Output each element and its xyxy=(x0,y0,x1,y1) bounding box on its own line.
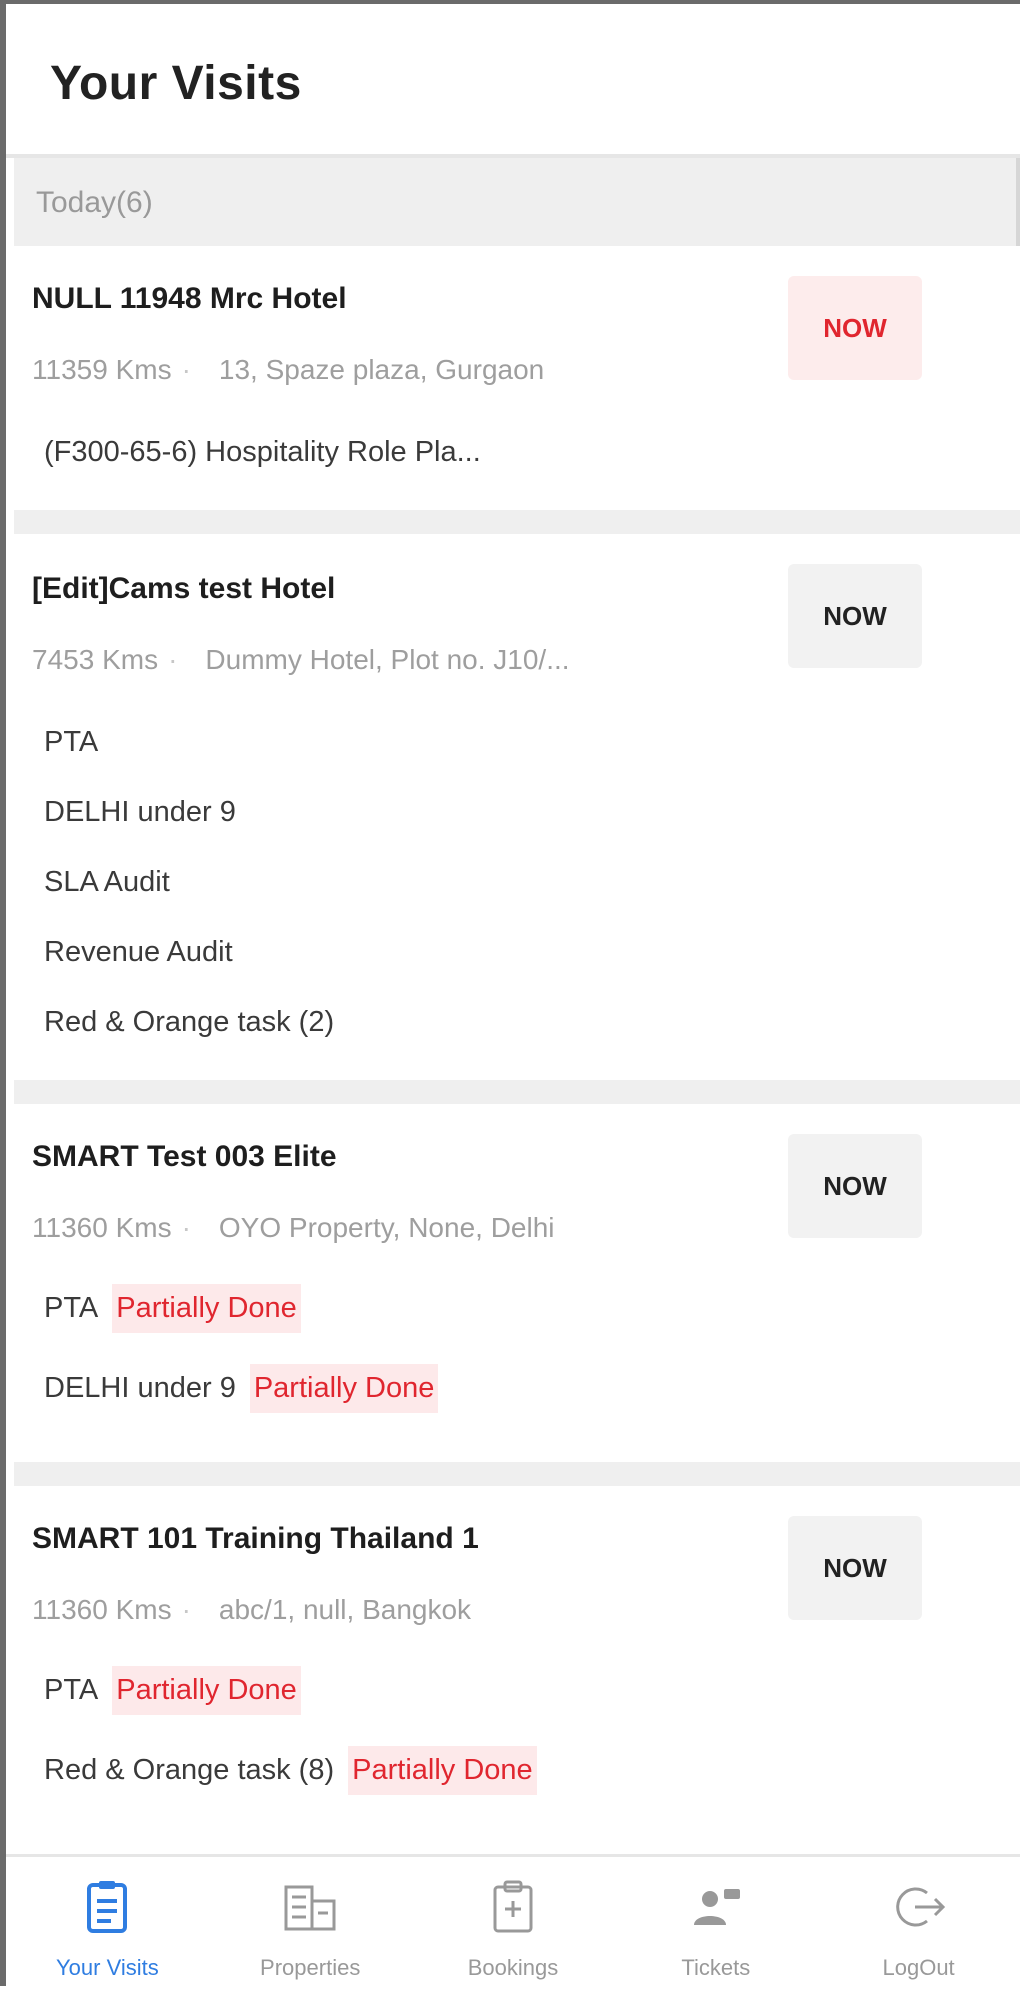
visit-card[interactable]: [Edit]Cams test Hotel 7453 Kms · Dummy Hot… xyxy=(14,534,1020,1080)
nav-item-tickets[interactable]: Tickets xyxy=(614,1857,817,1989)
now-button[interactable]: NOW xyxy=(788,1516,922,1620)
status-badge: Partially Done xyxy=(249,1364,439,1413)
separator-dot: · xyxy=(181,1212,191,1243)
nav-label: Tickets xyxy=(681,1955,751,1980)
card-divider xyxy=(14,1080,1020,1104)
task-item: PTA xyxy=(44,726,98,759)
card-divider xyxy=(14,510,1020,534)
status-badge: Partially Done xyxy=(348,1746,537,1795)
nav-item-logout[interactable]: LogOut xyxy=(817,1857,1020,1989)
task-name: DELHI under 9 xyxy=(44,1372,236,1404)
visit-distance: 11359 Kms xyxy=(32,354,172,385)
status-badge: Partially Done xyxy=(112,1666,301,1715)
visit-address: 13, Spaze plaza, Gurgaon xyxy=(218,354,545,385)
app-header: Your Visits xyxy=(6,4,1020,158)
visit-distance: 11360 Kms xyxy=(32,1212,172,1243)
task-name: PTA xyxy=(44,1674,99,1706)
visit-title: NULL 11948 Mrc Hotel xyxy=(32,282,347,315)
nav-item-your-visits[interactable]: Your Visits xyxy=(6,1857,209,1989)
now-button[interactable]: NOW xyxy=(788,564,922,668)
task-name: Red & Orange task (8) xyxy=(44,1754,335,1786)
task-item: DELHI under 9 xyxy=(44,796,236,829)
task-name: PTA xyxy=(44,726,99,758)
task-name: Revenue Audit xyxy=(44,936,233,968)
task-item: SLA Audit xyxy=(44,866,170,899)
nav-label: Bookings xyxy=(467,1955,559,1980)
visit-distance: 7453 Kms xyxy=(32,644,159,675)
visit-meta: 7453 Kms · Dummy Hotel, Plot no. J10/... xyxy=(32,644,570,676)
visit-title: SMART 101 Training Thailand 1 xyxy=(32,1522,479,1555)
visit-card[interactable]: NULL 11948 Mrc Hotel 11359 Kms · 13, Spaze… xyxy=(14,246,1020,510)
task-item: DELHI under 9 Partially Done xyxy=(44,1364,439,1413)
task-name: Red & Orange task (2) xyxy=(44,1006,335,1038)
task-item: Red & Orange task (8) Partially Done xyxy=(44,1746,537,1795)
clipboard-icon xyxy=(493,1880,533,1933)
nav-label: LogOut xyxy=(882,1955,955,1980)
logout-icon xyxy=(895,1887,945,1927)
visit-address: Dummy Hotel, Plot no. J10/... xyxy=(205,644,570,675)
separator-dot: · xyxy=(181,354,191,385)
visit-meta: 11359 Kms · 13, Spaze plaza, Gurgaon xyxy=(32,354,544,386)
separator-dot: · xyxy=(181,1594,191,1625)
visit-address: OYO Property, None, Delhi xyxy=(218,1212,555,1243)
task-name: DELHI under 9 xyxy=(44,796,236,828)
task-name: PTA xyxy=(44,1292,99,1324)
visit-distance: 11360 Kms xyxy=(32,1594,172,1625)
visit-card[interactable]: SMART Test 003 Elite 11360 Kms · OYO Prope… xyxy=(14,1104,1020,1462)
building-icon xyxy=(284,1885,336,1931)
visit-card[interactable]: SMART 101 Training Thailand 1 11360 Kms ·… xyxy=(14,1486,1020,1854)
now-button[interactable]: NOW xyxy=(788,276,922,380)
bottom-nav: Your Visits Properties Bookings Tickets xyxy=(6,1854,1020,1989)
task-item: PTA Partially Done xyxy=(44,1666,301,1715)
visit-description: (F300-65-6) Hospitality Role Pla... xyxy=(44,436,481,468)
task-item: PTA Partially Done xyxy=(44,1284,301,1333)
nav-item-bookings[interactable]: Bookings xyxy=(412,1857,615,1989)
task-item: Revenue Audit xyxy=(44,936,233,969)
task-item: Red & Orange task (2) xyxy=(44,1006,334,1039)
separator-dot: · xyxy=(168,644,178,675)
clipboard-list-icon xyxy=(87,1881,128,1933)
visit-meta: 11360 Kms · abc/1, null, Bangkok xyxy=(32,1594,471,1626)
page-title: Your Visits xyxy=(50,57,302,110)
task-name: SLA Audit xyxy=(44,866,170,898)
visit-address: abc/1, null, Bangkok xyxy=(218,1594,472,1625)
nav-label: Your Visits xyxy=(56,1955,159,1980)
section-label: Today(6) xyxy=(36,186,153,219)
card-divider xyxy=(14,1462,1020,1486)
visit-title: SMART Test 003 Elite xyxy=(32,1140,337,1173)
visit-title: [Edit]Cams test Hotel xyxy=(32,572,336,605)
people-icon xyxy=(693,1889,740,1925)
nav-item-properties[interactable]: Properties xyxy=(209,1857,412,1989)
nav-label: Properties xyxy=(260,1955,361,1980)
section-header-today: Today(6) xyxy=(14,158,1020,246)
now-button[interactable]: NOW xyxy=(788,1134,922,1238)
status-badge: Partially Done xyxy=(112,1284,301,1333)
visit-meta: 11360 Kms · OYO Property, None, Delhi xyxy=(32,1212,555,1244)
